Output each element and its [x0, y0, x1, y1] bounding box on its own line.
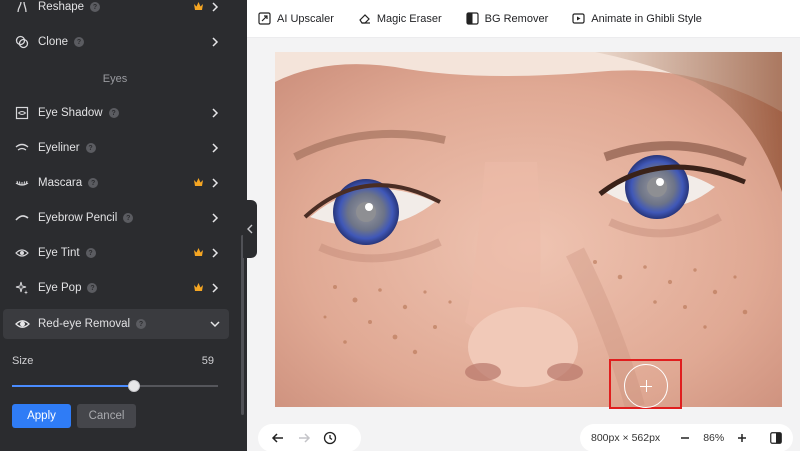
section-title-eyes: Eyes [102, 73, 128, 85]
help-icon[interactable]: ? [136, 319, 147, 329]
split-view-icon [770, 432, 783, 444]
sidebar-item-label: Eye Tint [38, 247, 80, 259]
top-toolbar: AI Upscaler Magic Eraser BG Remover Anim… [247, 0, 800, 38]
arrow-left-icon [271, 433, 283, 443]
chevron-left-icon [247, 224, 253, 234]
eye-tint-icon [14, 245, 30, 261]
help-icon[interactable]: ? [85, 143, 96, 153]
zoom-controls: 800px × 562px 86% [580, 424, 793, 451]
sidebar-item-eye-shadow[interactable]: Eye Shadow ? [3, 98, 229, 128]
eyebrow-pencil-icon [14, 210, 30, 226]
zoom-level: 86% [703, 432, 725, 444]
photo-image [275, 52, 782, 407]
sidebar-item-mascara[interactable]: Mascara ? [3, 168, 229, 198]
collapse-panel-button[interactable] [243, 200, 257, 258]
tool-label: Animate in Ghibli Style [591, 12, 702, 25]
sidebar: Reshape ? Clone ? Eyes Eye Shadow ? Eyel… [0, 0, 247, 451]
history-button[interactable] [322, 430, 338, 446]
reshape-icon [14, 0, 30, 15]
size-slider[interactable] [12, 380, 218, 392]
plus-icon [738, 434, 747, 442]
sidebar-item-label: Eye Pop [38, 282, 82, 294]
chevron-right-icon [212, 283, 219, 293]
eraser-icon [358, 12, 371, 25]
tool-label: BG Remover [484, 12, 549, 25]
compare-button[interactable] [770, 432, 783, 444]
clone-icon [14, 34, 30, 50]
help-icon[interactable]: ? [88, 178, 99, 188]
eye-shadow-icon [14, 105, 30, 121]
help-icon[interactable]: ? [74, 37, 85, 47]
tool-label: AI Upscaler [277, 12, 334, 25]
mascara-icon [14, 175, 30, 191]
cancel-button[interactable]: Cancel [77, 404, 136, 428]
help-icon[interactable]: ? [108, 108, 119, 118]
animate-ghibli-button[interactable]: Animate in Ghibli Style [572, 12, 702, 25]
size-row: Size 59 [12, 355, 214, 367]
size-value: 59 [201, 355, 214, 367]
animate-icon [572, 12, 585, 25]
upscaler-icon [258, 12, 271, 25]
slider-fill [12, 385, 134, 387]
chevron-down-icon [210, 321, 220, 328]
sidebar-item-eye-pop[interactable]: Eye Pop ? [3, 273, 229, 303]
help-icon[interactable]: ? [123, 213, 134, 223]
eye-pop-icon [14, 280, 30, 296]
chevron-right-icon [212, 248, 219, 258]
chevron-right-icon [212, 143, 219, 153]
sidebar-item-clone[interactable]: Clone ? [3, 27, 229, 57]
zoom-out-button[interactable] [678, 431, 692, 445]
chevron-right-icon [212, 178, 219, 188]
premium-crown-icon [194, 248, 203, 256]
red-eye-icon [14, 316, 30, 332]
sidebar-item-eyeliner[interactable]: Eyeliner ? [3, 133, 229, 163]
slider-thumb[interactable] [128, 380, 140, 392]
eyeliner-icon [14, 140, 30, 156]
redo-button[interactable] [296, 430, 312, 446]
image-canvas[interactable] [275, 52, 782, 407]
sidebar-item-label: Clone [38, 36, 69, 48]
arrow-right-icon [299, 433, 311, 443]
sidebar-scrollbar[interactable] [241, 235, 244, 415]
premium-crown-icon [194, 283, 203, 291]
premium-crown-icon [194, 2, 203, 10]
minus-icon [681, 437, 690, 439]
tool-label: Magic Eraser [376, 12, 442, 25]
undo-button[interactable] [270, 430, 286, 446]
chevron-right-icon [212, 2, 219, 12]
bg-remover-icon [466, 12, 479, 25]
sidebar-item-reshape[interactable]: Reshape ? [3, 0, 229, 22]
magic-eraser-button[interactable]: Magic Eraser [358, 12, 442, 25]
sidebar-item-label: Eyebrow Pencil [38, 212, 118, 224]
sidebar-item-label: Mascara [38, 177, 83, 189]
history-controls [258, 424, 361, 451]
chevron-right-icon [212, 213, 219, 223]
sidebar-item-red-eye-removal[interactable]: Red-eye Removal ? [3, 309, 229, 339]
premium-crown-icon [194, 178, 203, 186]
sidebar-item-label: Red-eye Removal [38, 318, 131, 330]
zoom-in-button[interactable] [735, 431, 749, 445]
chevron-right-icon [212, 108, 219, 118]
sidebar-item-eye-tint[interactable]: Eye Tint ? [3, 238, 229, 268]
image-dimensions: 800px × 562px [591, 432, 661, 444]
sidebar-item-eyebrow-pencil[interactable]: Eyebrow Pencil ? [3, 203, 229, 233]
history-icon [323, 431, 337, 445]
help-icon[interactable]: ? [87, 283, 98, 293]
sidebar-item-label: Eye Shadow [38, 107, 103, 119]
ai-upscaler-button[interactable]: AI Upscaler [258, 12, 334, 25]
sidebar-item-label: Reshape [38, 1, 85, 13]
sidebar-item-label: Eyeliner [38, 142, 80, 154]
apply-button[interactable]: Apply [12, 404, 71, 428]
help-icon[interactable]: ? [90, 2, 101, 12]
help-icon[interactable]: ? [85, 248, 96, 258]
bg-remover-button[interactable]: BG Remover [466, 12, 549, 25]
chevron-right-icon [212, 37, 219, 47]
brush-cursor [624, 364, 668, 408]
size-label: Size [12, 355, 34, 367]
